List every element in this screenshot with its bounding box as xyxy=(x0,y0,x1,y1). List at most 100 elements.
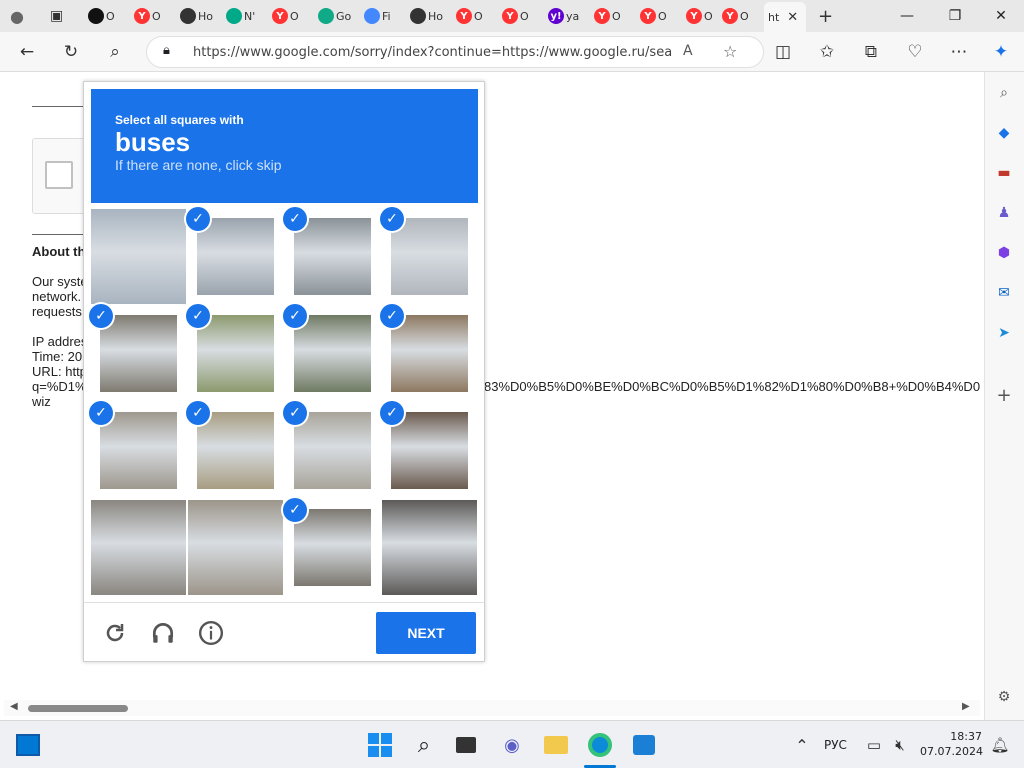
tab-label: Go xyxy=(336,9,352,23)
minimize-icon[interactable]: — xyxy=(884,0,930,32)
scrollbar-thumb[interactable] xyxy=(28,705,128,712)
lock-icon[interactable]: 🔒︎ xyxy=(163,43,170,58)
captcha-footer: NEXT xyxy=(84,602,484,662)
telegram-icon[interactable]: ➤ xyxy=(993,322,1015,344)
refresh-icon[interactable]: ↻ xyxy=(56,37,86,67)
tab[interactable]: YO xyxy=(640,4,680,28)
shopping-icon[interactable]: ◆ xyxy=(993,122,1015,144)
collections-icon[interactable]: ⧉ xyxy=(856,37,886,67)
tab[interactable]: YO xyxy=(722,4,762,28)
settings-icon[interactable]: ⚙ xyxy=(993,686,1015,708)
favorites-icon[interactable]: ✩ xyxy=(812,37,842,67)
horizontal-scrollbar[interactable]: ◀ ▶ xyxy=(4,700,980,716)
tab-label: O xyxy=(658,9,667,23)
start-icon[interactable] xyxy=(366,731,394,759)
tab[interactable]: Ho xyxy=(180,4,220,28)
new-tab-icon[interactable]: + xyxy=(818,4,840,28)
window-close-icon[interactable]: ✕ xyxy=(978,0,1024,32)
explanation-line: requests xyxy=(32,304,82,319)
search-icon[interactable]: ⌕ xyxy=(100,37,130,67)
outlook-icon[interactable]: ✉ xyxy=(993,282,1015,304)
tab-label: Ho xyxy=(428,9,444,23)
divider xyxy=(32,234,86,235)
task-view-icon[interactable] xyxy=(452,731,480,759)
tile-image xyxy=(197,315,274,392)
profile-icon[interactable]: ● xyxy=(10,4,34,28)
chevron-up-icon[interactable]: ⌃ xyxy=(788,731,816,759)
browser-essentials-icon[interactable]: ♡ xyxy=(900,37,930,67)
tab[interactable]: Fi xyxy=(364,4,404,28)
tile-image xyxy=(294,218,371,295)
tab[interactable]: YO xyxy=(502,4,542,28)
file-explorer-icon[interactable] xyxy=(542,731,570,759)
captcha-tile[interactable] xyxy=(91,209,186,304)
tab[interactable]: YO xyxy=(272,4,312,28)
tools-icon[interactable]: ▬ xyxy=(993,162,1015,184)
time-line: Time: 20 xyxy=(32,349,83,364)
tab[interactable]: Ho xyxy=(410,4,450,28)
captcha-tile[interactable] xyxy=(91,500,186,595)
notification-icon[interactable]: 🔔︎ xyxy=(986,731,1014,759)
url-line: URL: http xyxy=(32,364,87,379)
tab[interactable]: YO xyxy=(686,4,726,28)
tab[interactable]: YO xyxy=(134,4,174,28)
checkmark-icon: ✓ xyxy=(89,304,113,328)
clock-time: 18:37 xyxy=(950,730,982,743)
split-screen-icon[interactable]: ◫ xyxy=(768,37,798,67)
captcha-instruction: Select all squares with xyxy=(115,113,244,127)
widgets-icon[interactable] xyxy=(14,731,42,759)
favorite-icon[interactable]: ☆ xyxy=(723,42,737,61)
edge-icon[interactable] xyxy=(586,731,614,759)
divider xyxy=(32,106,86,107)
tab[interactable]: N' xyxy=(226,4,266,28)
checkmark-icon: ✓ xyxy=(380,401,404,425)
url-field[interactable]: 🔒︎ https://www.google.com/sorry/index?co… xyxy=(146,36,764,68)
checkmark-icon: ✓ xyxy=(186,304,210,328)
search-icon[interactable]: ⌕ xyxy=(993,82,1015,104)
close-icon[interactable]: ✕ xyxy=(787,10,798,25)
info-icon[interactable] xyxy=(196,618,226,648)
search-icon[interactable]: ⌕ xyxy=(410,731,438,759)
captcha-tile[interactable] xyxy=(382,500,477,595)
tab-label: O xyxy=(106,9,115,23)
next-button[interactable]: NEXT xyxy=(376,612,476,654)
tab-label: ht xyxy=(768,10,780,24)
tab-actions-icon[interactable]: ▣ xyxy=(50,4,72,28)
language-indicator[interactable]: РУС xyxy=(824,738,847,752)
more-icon[interactable]: ⋯ xyxy=(944,37,974,67)
add-icon[interactable]: + xyxy=(993,384,1015,406)
checkmark-icon: ✓ xyxy=(283,207,307,231)
url-text[interactable]: https://www.google.com/sorry/index?conti… xyxy=(193,45,673,60)
copilot-icon[interactable]: ✦ xyxy=(986,37,1016,67)
tab-active[interactable]: ht ✕ xyxy=(764,2,806,32)
ip-line: IP addres xyxy=(32,334,88,349)
checkmark-icon: ✓ xyxy=(186,207,210,231)
chat-icon[interactable]: ◉ xyxy=(498,731,526,759)
tab[interactable]: y! ya xyxy=(548,4,588,28)
reload-icon[interactable] xyxy=(100,618,130,648)
yandex-icon: Y xyxy=(272,8,288,24)
recaptcha-checkbox[interactable] xyxy=(45,161,73,189)
games-icon[interactable]: ♟ xyxy=(993,202,1015,224)
tab[interactable]: Go xyxy=(318,4,358,28)
tab[interactable]: YO xyxy=(456,4,496,28)
google-icon xyxy=(364,8,380,24)
store-icon[interactable] xyxy=(630,731,658,759)
maps-icon xyxy=(318,8,334,24)
captcha-tile[interactable] xyxy=(188,500,283,595)
scroll-right-icon[interactable]: ▶ xyxy=(962,701,970,712)
clock-date: 07.07.2024 xyxy=(920,745,983,758)
scroll-left-icon[interactable]: ◀ xyxy=(10,701,18,712)
tab[interactable]: O xyxy=(88,4,128,28)
audio-challenge-icon[interactable] xyxy=(148,618,178,648)
clock[interactable]: 18:37 07.07.2024 xyxy=(920,729,983,759)
volume-icon[interactable]: 🔇︎ xyxy=(886,731,914,759)
read-aloud-icon[interactable]: A xyxy=(683,43,693,59)
tab[interactable]: YO xyxy=(594,4,634,28)
back-icon[interactable]: ← xyxy=(12,37,42,67)
tile-image xyxy=(294,509,371,586)
office-icon[interactable]: ⬢ xyxy=(993,242,1015,264)
restore-icon[interactable]: ❐ xyxy=(932,0,978,32)
address-bar: ← ↻ ⌕ 🔒︎ https://www.google.com/sorry/in… xyxy=(0,32,1024,72)
network-icon[interactable]: ▭ xyxy=(860,731,888,759)
